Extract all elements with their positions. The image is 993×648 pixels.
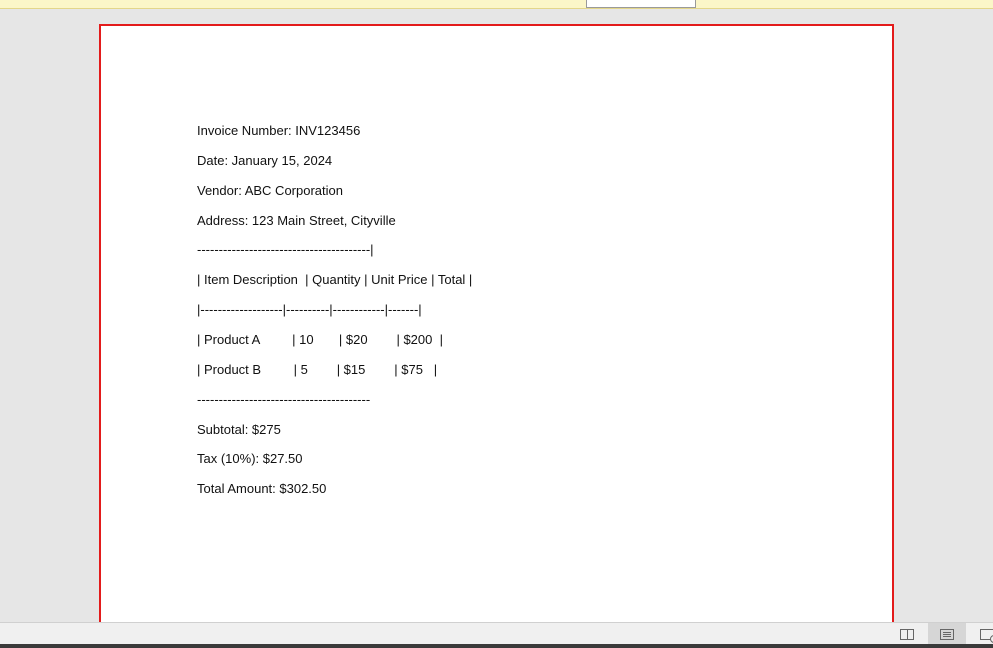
- invoice-number-line: Invoice Number: INV123456: [197, 123, 361, 138]
- page-icon: [940, 628, 954, 640]
- book-icon: [900, 628, 914, 640]
- web-layout-button[interactable]: [968, 623, 993, 645]
- subtotal-line: Subtotal: $275: [197, 422, 281, 437]
- total-amount-line: Total Amount: $302.50: [197, 481, 327, 496]
- read-mode-button[interactable]: [888, 623, 926, 645]
- web-page-icon: [980, 628, 993, 643]
- table-divider-row: |-------------------|----------|--------…: [197, 302, 422, 317]
- print-layout-button[interactable]: [928, 623, 966, 645]
- separator-line: ----------------------------------------: [197, 392, 371, 407]
- separator-line: ----------------------------------------…: [197, 242, 374, 257]
- address-line: Address: 123 Main Street, Cityville: [197, 213, 396, 228]
- table-row: | Product B | 5 | $15 | $75 |: [197, 362, 438, 377]
- taskbar-edge: [0, 644, 993, 648]
- tax-line: Tax (10%): $27.50: [197, 451, 303, 466]
- table-header-row: | Item Description | Quantity | Unit Pri…: [197, 272, 473, 287]
- date-line: Date: January 15, 2024: [197, 153, 333, 168]
- vendor-line: Vendor: ABC Corporation: [197, 183, 343, 198]
- status-bar: [0, 622, 993, 645]
- notification-input-box[interactable]: [586, 0, 696, 8]
- notification-bar: [0, 0, 993, 9]
- table-row: | Product A | 10 | $20 | $200 |: [197, 332, 443, 347]
- document-page[interactable]: Invoice Number: INV123456 Date: January …: [99, 24, 894, 624]
